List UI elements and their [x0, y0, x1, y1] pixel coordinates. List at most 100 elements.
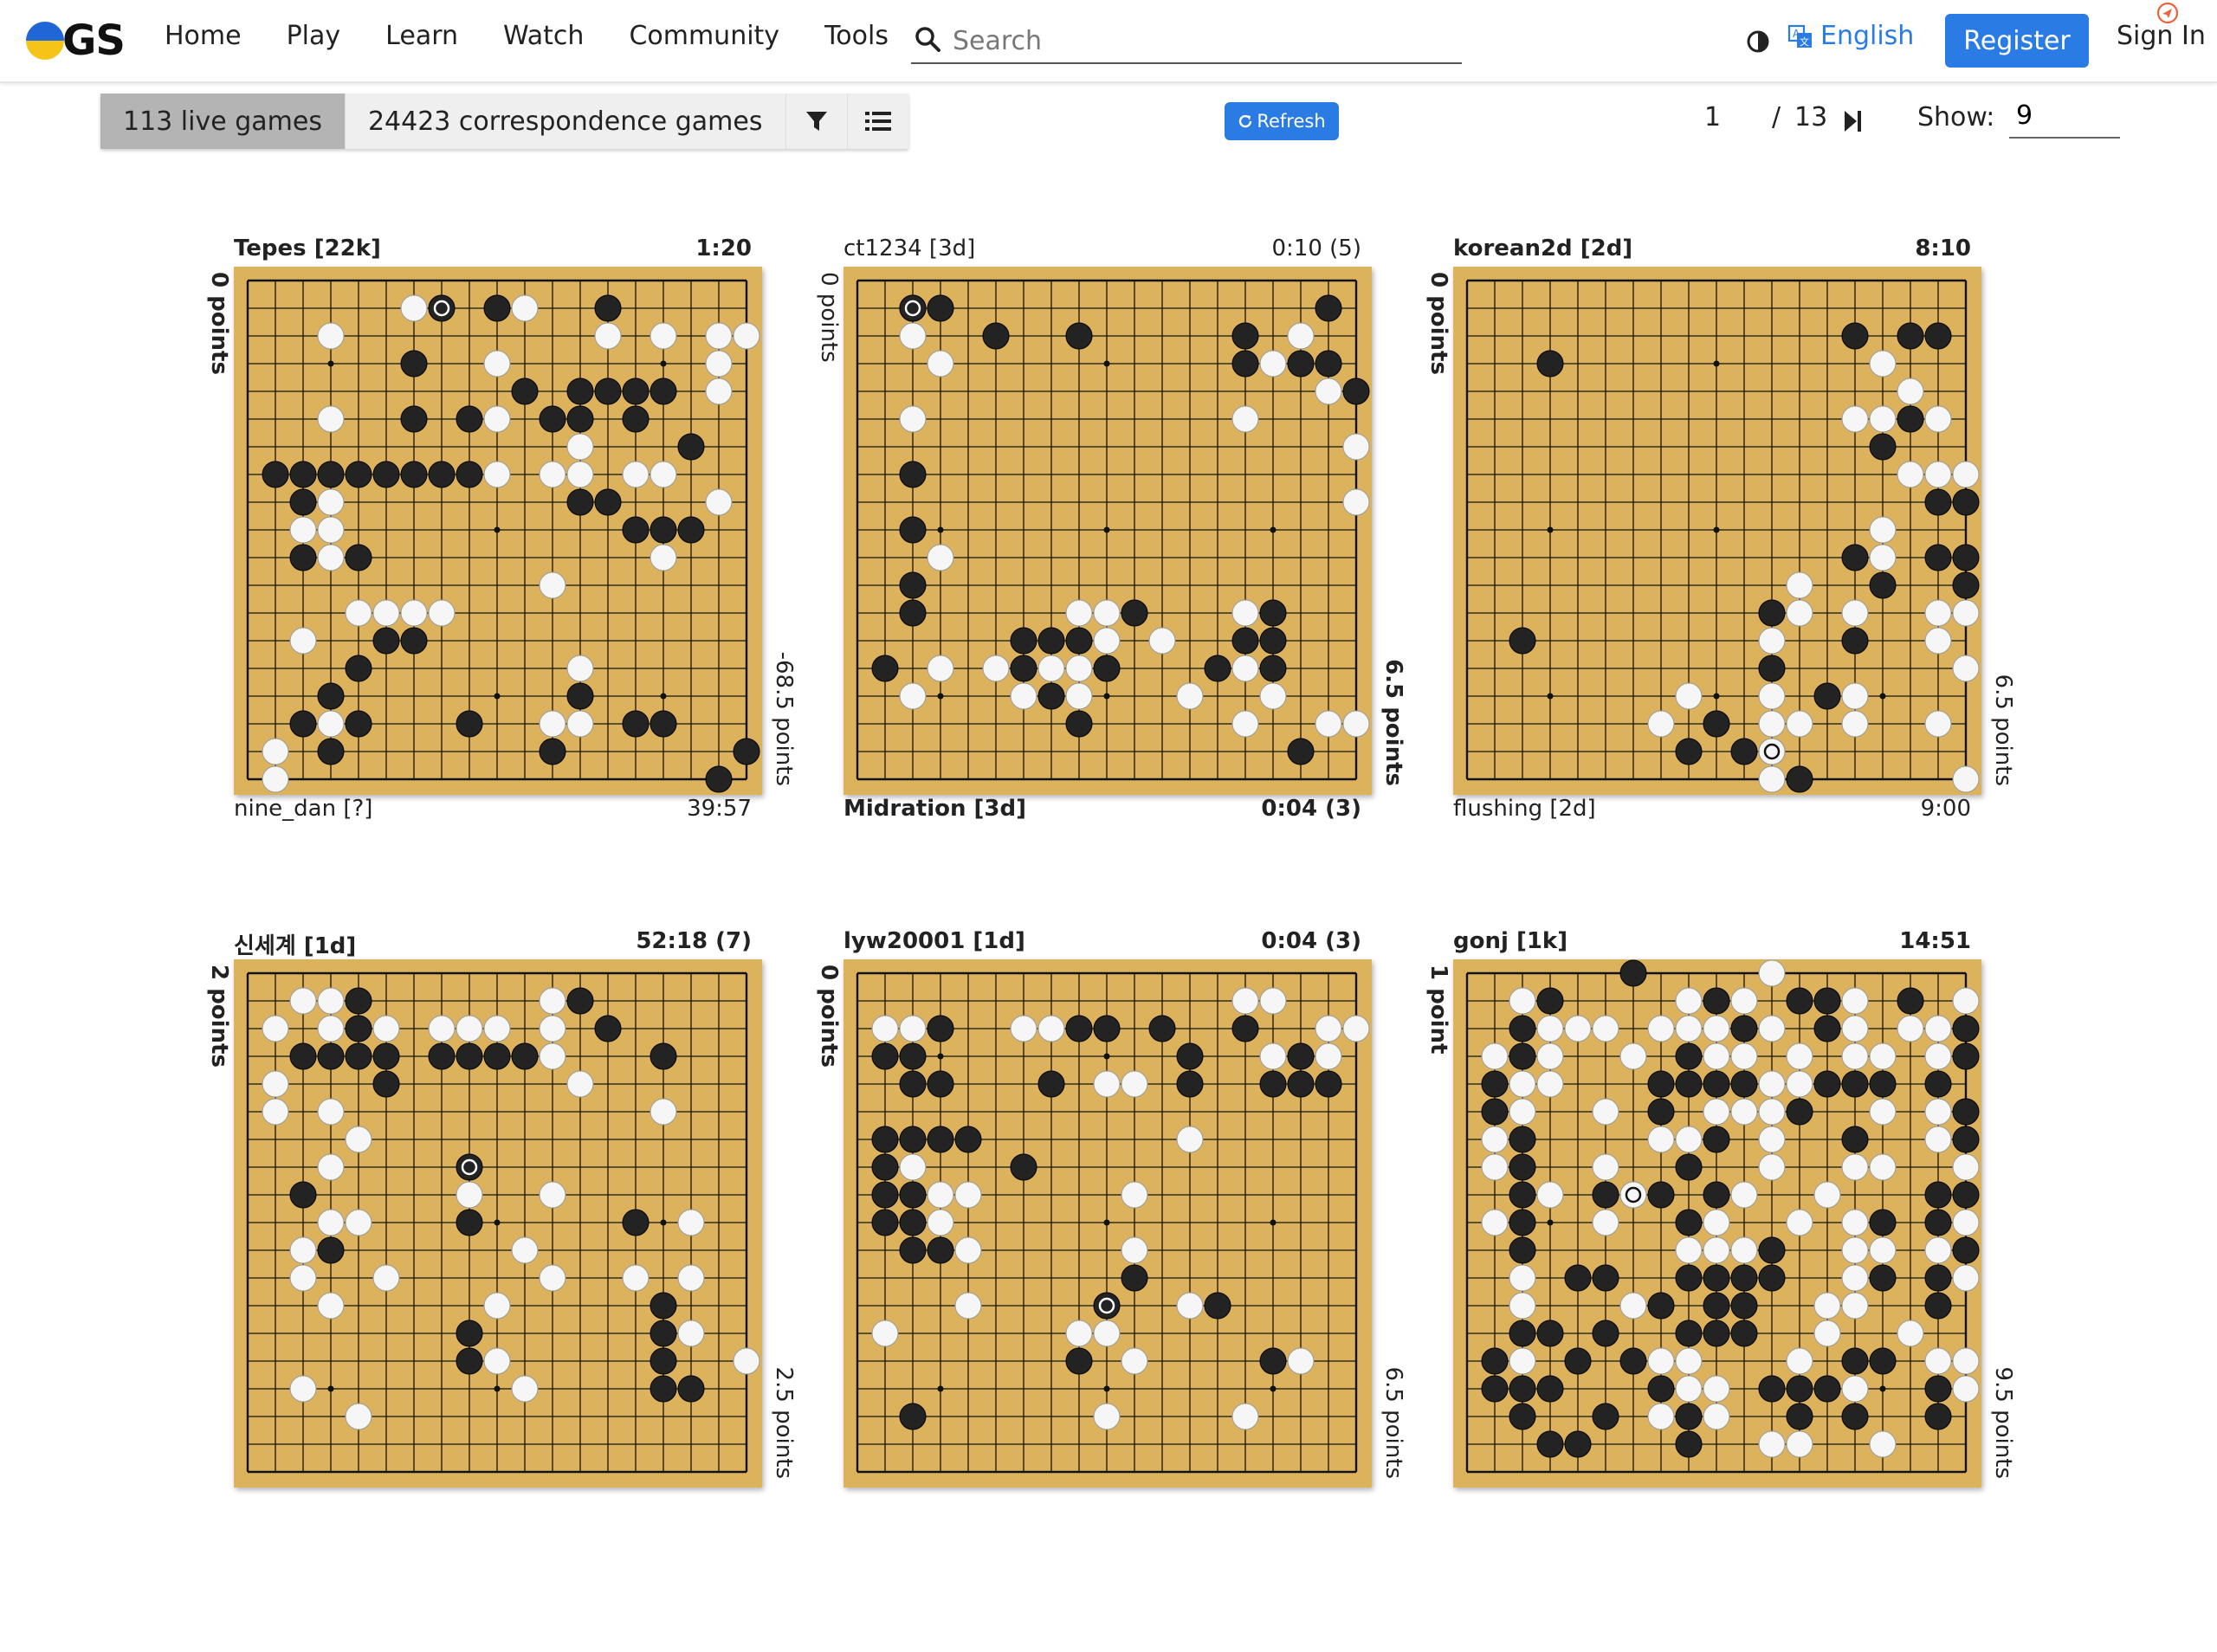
black-stone	[1287, 738, 1315, 765]
player-top-name[interactable]: Tepes [22k]	[234, 236, 381, 261]
language-label: English	[1820, 21, 1915, 51]
page-current[interactable]: 1	[1704, 102, 1721, 132]
black-stone	[428, 1042, 456, 1070]
white-stone	[566, 433, 594, 461]
black-stone	[1647, 1292, 1675, 1320]
refresh-button[interactable]: Refresh	[1225, 102, 1339, 140]
list-view-button[interactable]	[846, 94, 908, 149]
register-button[interactable]: Register	[1945, 14, 2089, 68]
black-stone	[1675, 1403, 1703, 1430]
white-stone	[1647, 1126, 1675, 1153]
black-stone	[1703, 1126, 1730, 1153]
white-stone	[1841, 1015, 1869, 1042]
player-bottom-name[interactable]: nine_dan [?]	[234, 796, 372, 822]
filter-button[interactable]	[785, 94, 847, 149]
player-top-clock: 52:18 (7)	[636, 928, 752, 954]
player-top-name[interactable]: lyw20001 [1d]	[843, 928, 1025, 954]
left-score: 0 points	[203, 267, 234, 492]
black-stone	[1647, 1098, 1675, 1126]
black-stone	[539, 738, 566, 765]
black-stone	[1841, 544, 1869, 571]
black-stone	[677, 433, 705, 461]
player-bottom-name[interactable]: Midration [3d]	[843, 796, 1026, 822]
player-top-name[interactable]: ct1234 [3d]	[843, 236, 975, 261]
go-board[interactable]	[843, 959, 1372, 1487]
black-stone	[1703, 1320, 1730, 1347]
language-selector[interactable]: A 文 English	[1787, 21, 1914, 51]
board-grid	[856, 279, 1370, 781]
nav-tools[interactable]: Tools	[824, 21, 889, 51]
black-stone	[400, 461, 428, 488]
player-bottom-clock: 0:04 (3)	[1261, 796, 1361, 822]
black-stone	[345, 710, 372, 738]
white-stone	[1675, 987, 1703, 1015]
search-input[interactable]	[951, 23, 1439, 59]
star-point	[327, 360, 334, 367]
game-card[interactable]: 신세계 [1d] 52:18 (7) 2 points 2.5 points	[206, 928, 797, 1557]
white-stone	[566, 710, 594, 738]
black-stone	[1647, 1375, 1675, 1403]
white-stone	[1869, 1430, 1897, 1458]
white-stone	[1869, 1153, 1897, 1181]
go-board[interactable]	[1453, 959, 1981, 1487]
white-stone	[1841, 1209, 1869, 1236]
white-stone	[1287, 1347, 1315, 1375]
black-stone	[927, 1070, 954, 1098]
white-stone	[1675, 1236, 1703, 1264]
nav-play[interactable]: Play	[287, 21, 341, 51]
black-stone	[1924, 322, 1952, 350]
go-board[interactable]	[234, 959, 762, 1487]
white-stone	[1897, 1015, 1924, 1042]
white-stone	[317, 1292, 345, 1320]
black-stone	[1703, 987, 1730, 1015]
last-page-icon[interactable]	[1839, 106, 1865, 137]
nav-links: Home Play Learn Watch Community Tools	[165, 21, 934, 51]
game-card[interactable]: lyw20001 [1d] 0:04 (3) 0 points 6.5 poin…	[816, 928, 1406, 1557]
nav-home[interactable]: Home	[165, 21, 242, 51]
black-stone	[456, 1209, 483, 1236]
game-card[interactable]: korean2d [2d] 8:10 0 points 6.5 points f…	[1425, 236, 2016, 864]
black-stone	[1675, 738, 1703, 765]
black-stone	[1481, 1347, 1509, 1375]
player-top: 신세계 [1d] 52:18 (7)	[234, 928, 762, 960]
player-top: korean2d [2d] 8:10	[1453, 236, 1981, 265]
player-bottom-name[interactable]: flushing [2d]	[1453, 796, 1596, 822]
black-stone	[899, 1181, 927, 1209]
player-top-name[interactable]: gonj [1k]	[1453, 928, 1567, 954]
white-stone	[1065, 682, 1093, 710]
star-point	[660, 360, 667, 367]
black-stone	[899, 599, 927, 627]
nav-community[interactable]: Community	[629, 21, 779, 51]
go-board[interactable]	[843, 267, 1372, 795]
contrast-toggle-icon[interactable]	[1746, 29, 1770, 54]
tab-live-games[interactable]: 113 live games	[100, 94, 345, 149]
nav-watch[interactable]: Watch	[503, 21, 584, 51]
black-stone	[372, 461, 400, 488]
game-card[interactable]: ct1234 [3d] 0:10 (5) 0 points 6.5 points…	[816, 236, 1406, 864]
tab-correspondence-games[interactable]: 24423 correspondence games	[344, 94, 785, 149]
sign-in-link[interactable]: Sign In	[2117, 21, 2206, 51]
white-stone	[1703, 1209, 1730, 1236]
show-count-input[interactable]	[2009, 95, 2113, 135]
notification-icon[interactable]	[2156, 2, 2179, 24]
white-stone	[1342, 1015, 1370, 1042]
nav-learn[interactable]: Learn	[385, 21, 458, 51]
black-stone	[622, 405, 650, 433]
game-card[interactable]: gonj [1k] 14:51 1 point 9.5 points	[1425, 928, 2016, 1557]
black-stone	[1813, 1070, 1841, 1098]
white-stone	[1758, 1015, 1786, 1042]
white-stone	[1536, 1070, 1564, 1098]
player-top-name[interactable]: korean2d [2d]	[1453, 236, 1632, 261]
black-stone	[1592, 1264, 1619, 1292]
white-stone	[1121, 1236, 1148, 1264]
black-stone	[1259, 1070, 1287, 1098]
white-stone	[927, 655, 954, 682]
go-board[interactable]	[234, 267, 762, 795]
black-stone	[539, 405, 566, 433]
white-stone	[456, 1181, 483, 1209]
go-board[interactable]	[1453, 267, 1981, 795]
white-stone	[1730, 1181, 1758, 1209]
logo[interactable]: GS	[26, 16, 126, 65]
player-top-name[interactable]: 신세계 [1d]	[234, 928, 356, 960]
game-card[interactable]: Tepes [22k] 1:20 0 points -68.5 points n…	[206, 236, 797, 864]
